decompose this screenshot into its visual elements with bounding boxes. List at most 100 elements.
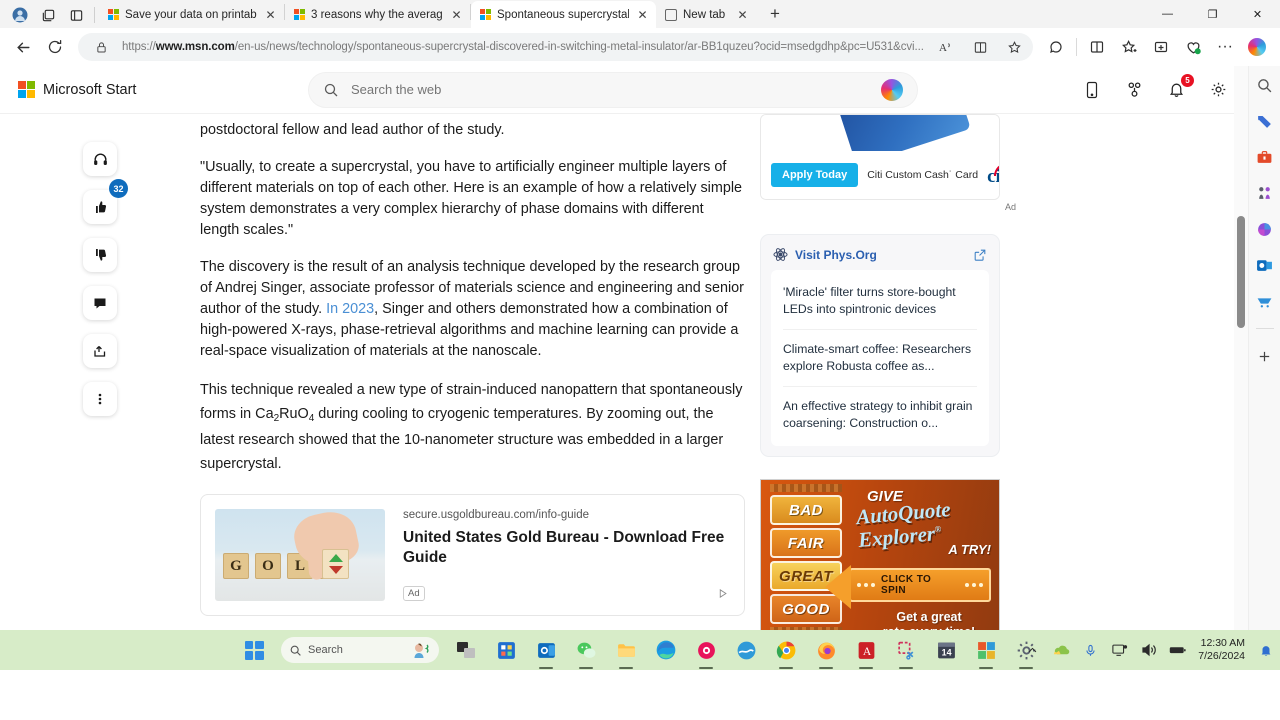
url-text: https://www.msn.com/en-us/news/technolog…: [122, 41, 924, 53]
gold-cube-o: O: [255, 553, 281, 579]
sidebar-tools-icon[interactable]: [1254, 146, 1276, 168]
battery-icon[interactable]: [1169, 642, 1186, 659]
file-explorer-icon[interactable]: [613, 637, 639, 663]
snipping-tool-icon[interactable]: [893, 637, 919, 663]
mobile-app-icon[interactable]: [1080, 78, 1104, 102]
settings-more-icon[interactable]: ···: [1210, 32, 1240, 62]
comment-button[interactable]: [83, 286, 117, 320]
arrow-down-icon: [328, 566, 343, 574]
firefox-icon[interactable]: [813, 637, 839, 663]
rewards-icon[interactable]: [1122, 78, 1146, 102]
browser-tab-3[interactable]: New tab ✕: [656, 1, 756, 28]
google-chrome-icon[interactable]: [773, 637, 799, 663]
back-button[interactable]: [8, 32, 38, 62]
browser-tab-1[interactable]: 3 reasons why the average PC us ✕: [285, 1, 470, 28]
phys-org-title[interactable]: Visit Phys.Org: [795, 248, 877, 262]
new-tab-button[interactable]: +: [762, 1, 788, 27]
sidebar-search-icon[interactable]: [1254, 74, 1276, 96]
notification-bell-icon[interactable]: [1257, 642, 1274, 659]
calendar-icon[interactable]: 14: [933, 637, 959, 663]
msn-brand[interactable]: Microsoft Start: [18, 81, 308, 98]
favorite-star-icon[interactable]: [1001, 34, 1027, 60]
browser-tab-2-active[interactable]: Spontaneous supercrystal disco ✕: [471, 1, 656, 28]
a-try-text: A TRY!: [948, 542, 991, 557]
copilot-icon[interactable]: [881, 78, 903, 101]
sidebar-copilot-icon[interactable]: [1254, 218, 1276, 240]
sidebar-shopping-tag-icon[interactable]: [1254, 110, 1276, 132]
tab-close-button[interactable]: ✕: [263, 7, 278, 22]
browser-essentials-icon[interactable]: [1178, 32, 1208, 62]
profile-avatar[interactable]: [6, 2, 34, 28]
ad-choices-icon[interactable]: [717, 587, 730, 600]
apply-today-button[interactable]: Apply Today: [771, 163, 859, 187]
in-2023-link[interactable]: In 2023: [326, 301, 374, 317]
sidebar-games-icon[interactable]: [1254, 182, 1276, 204]
url-input[interactable]: https://www.msn.com/en-us/news/technolog…: [78, 33, 1033, 61]
microsoft-edge-icon[interactable]: [653, 637, 679, 663]
blue-app-icon[interactable]: [733, 637, 759, 663]
reload-button[interactable]: [40, 32, 70, 62]
phys-org-header[interactable]: Visit Phys.Org: [771, 245, 989, 270]
citi-product-name: Citi Custom Cash˙ Card: [867, 169, 979, 181]
registered-mark: ®: [934, 523, 942, 535]
list-item[interactable]: Climate-smart coffee: Researchers explor…: [783, 329, 977, 386]
list-item[interactable]: 'Miracle' filter turns store-bought LEDs…: [783, 280, 977, 329]
add-favorite-icon[interactable]: [1114, 32, 1144, 62]
dislike-button[interactable]: [83, 238, 117, 272]
share-button[interactable]: [83, 334, 117, 368]
search-illustration: [411, 641, 431, 659]
read-aloud-icon[interactable]: A: [933, 34, 959, 60]
split-screen-icon[interactable]: [1082, 32, 1112, 62]
scrollbar-thumb[interactable]: [1237, 216, 1245, 328]
ad-title[interactable]: United States Gold Bureau - Download Fre…: [403, 528, 730, 568]
camera-recorder-icon[interactable]: [693, 637, 719, 663]
tray-expand-icon[interactable]: [1024, 642, 1041, 659]
ms-logo-icon: [108, 9, 119, 20]
microphone-icon[interactable]: [1082, 642, 1099, 659]
credit-card-image: [761, 115, 999, 151]
tab-close-button[interactable]: ✕: [635, 7, 650, 22]
tab-close-button[interactable]: ✕: [449, 7, 464, 22]
citi-ad-card[interactable]: Apply Today Citi Custom Cash˙ Card citi: [760, 114, 1000, 200]
taskbar-search[interactable]: Search: [281, 637, 439, 663]
taskbar-apps: Search A 14: [241, 637, 1039, 663]
inline-ad-card[interactable]: G O L D secure.usgoldbureau.com/info-gui…: [200, 494, 745, 616]
open-external-icon[interactable]: [973, 248, 987, 262]
volume-icon[interactable]: [1140, 642, 1157, 659]
web-search-bar[interactable]: [308, 71, 918, 108]
listen-button[interactable]: [83, 142, 117, 176]
display-cast-icon[interactable]: [1111, 642, 1128, 659]
taskview-button[interactable]: [453, 637, 479, 663]
more-options-button[interactable]: [83, 382, 117, 416]
click-to-spin-arrow[interactable]: CLICK TO SPIN: [825, 565, 991, 609]
settings-gear-icon[interactable]: [1206, 78, 1230, 102]
search-input[interactable]: [351, 82, 869, 97]
tab-close-button[interactable]: ✕: [735, 7, 750, 22]
close-window-button[interactable]: ✕: [1235, 0, 1280, 28]
page-scrollbar[interactable]: ▼: [1234, 66, 1248, 670]
start-button[interactable]: [241, 637, 267, 663]
photos-icon[interactable]: [973, 637, 999, 663]
copilot-sidebar-toggle[interactable]: [1041, 32, 1071, 62]
notifications-icon[interactable]: 5: [1164, 73, 1194, 102]
onedrive-icon[interactable]: [1053, 642, 1070, 659]
svg-text:A: A: [862, 646, 871, 658]
microsoft-store-icon[interactable]: [493, 637, 519, 663]
minimize-button[interactable]: —: [1145, 0, 1190, 28]
sidebar-shopping-cart-icon[interactable]: [1254, 290, 1276, 312]
list-item[interactable]: An effective strategy to inhibit grain c…: [783, 386, 977, 436]
tab-actions-icon[interactable]: [62, 2, 90, 28]
tab-copy-icon[interactable]: [34, 2, 62, 28]
collections-icon[interactable]: [1146, 32, 1176, 62]
sidebar-outlook-icon[interactable]: [1254, 254, 1276, 276]
wechat-icon[interactable]: [573, 637, 599, 663]
taskbar-clock[interactable]: 12:30 AM 7/26/2024: [1198, 637, 1245, 663]
maximize-button[interactable]: ❐: [1190, 0, 1235, 28]
adobe-acrobat-icon[interactable]: A: [853, 637, 879, 663]
copilot-button[interactable]: [1242, 32, 1272, 62]
browser-tab-0[interactable]: Save your data on printable mag ✕: [99, 1, 284, 28]
immersive-reader-icon[interactable]: [967, 34, 993, 60]
outlook-icon[interactable]: [533, 637, 559, 663]
like-button[interactable]: 32: [83, 179, 128, 224]
sidebar-add-icon[interactable]: [1254, 345, 1276, 367]
